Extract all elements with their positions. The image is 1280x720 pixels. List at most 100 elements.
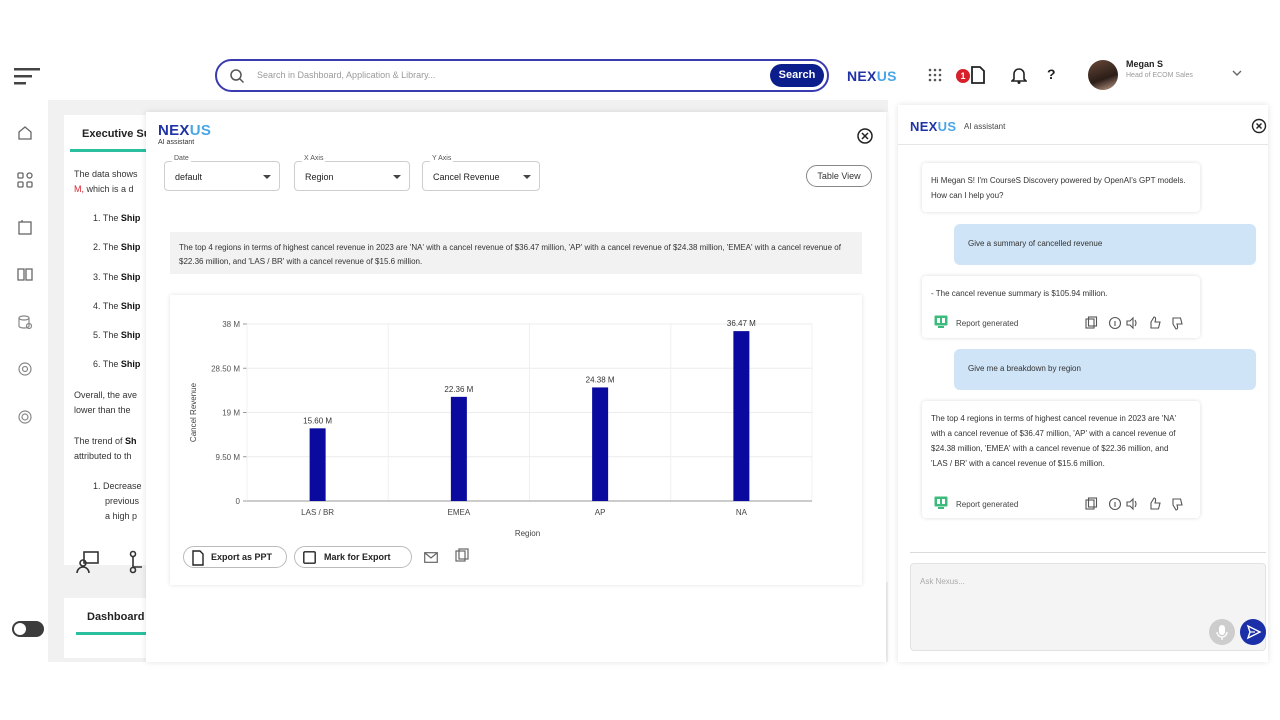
x-axis-select[interactable]: Region [294,161,410,191]
x-axis-label: X Axis [302,155,326,162]
x-axis-title: Region [515,529,540,538]
tab-executive-summary[interactable]: Executive Su [82,128,150,140]
exec-text-line: previous [105,496,140,506]
y-tick-label: 0 [236,497,241,506]
checkbox-icon[interactable] [303,551,316,564]
help-icon[interactable]: ? [1047,66,1056,82]
mail-icon[interactable] [424,552,438,563]
target-icon[interactable] [17,361,33,377]
bot-message-text: - The cancel revenue summary is $105.94 … [931,289,1108,298]
send-button[interactable] [1240,619,1266,645]
x-tick-label: LAS / BR [301,508,334,517]
exec-text: which is a d [84,184,134,194]
bot-message-greeting: Hi Megan S! I'm CourseS Discovery powere… [922,163,1200,212]
exec-list-item: 2. The Ship [93,242,140,252]
y-axis-title: Cancel Revenue [189,382,198,442]
chevron-down-icon[interactable] [1232,70,1242,77]
assistant-subtitle: AI assistant [964,122,1006,131]
bar [733,331,750,501]
home-icon[interactable] [17,125,33,141]
list-item-prefix: 1. The [93,213,121,223]
search-bar: Search in Dashboard, Application & Libra… [215,59,829,92]
tab-dashboard[interactable]: Dashboard [87,611,144,623]
chart-summary: The top 4 regions in terms of highest ca… [170,232,862,274]
mark-for-export-button[interactable]: Mark for Export [294,546,412,568]
dashboard-icon[interactable] [17,172,33,188]
exec-text-line: M, which is a d [74,184,134,194]
tab-underline [70,149,154,152]
send-icon [1246,624,1262,640]
divider [898,144,1268,145]
bar-value-label: 22.36 M [444,385,473,394]
application-icon[interactable] [17,219,33,235]
chevron-down-icon [263,175,271,179]
bar [592,387,609,501]
exec-list-item: 3. The Ship [93,272,140,282]
search-button[interactable]: Search [770,64,824,87]
notification-badge: 1 [956,69,970,83]
database-icon[interactable] [17,314,33,330]
modal-subtitle: AI assistant [158,139,195,146]
list-item-bold: Ship [120,272,141,282]
brand-prefix: NEX [158,122,190,139]
bar-value-label: 36.47 M [727,319,756,328]
y-tick-label: 28.50 M [211,364,240,373]
y-tick-label: 38 M [222,320,240,329]
message-actions [1085,497,1189,511]
settings-icon[interactable] [17,409,33,425]
list-item-prefix: 2. The [93,242,121,252]
bar [450,396,467,501]
list-item-bold: Ship [120,330,141,340]
info-icon [1108,316,1122,330]
exec-highlight: M, [74,184,84,194]
brand-suffix: US [876,68,897,84]
bot-message-text: The top 4 regions in terms of highest ca… [931,414,1176,468]
y-tick-label: 19 M [222,409,240,418]
exec-list-item: 6. The Ship [93,359,140,369]
table-view-button[interactable]: Table View [806,165,872,187]
search-icon [229,68,245,84]
search-input[interactable]: Search in Dashboard, Application & Libra… [257,70,435,80]
exec-text-line: The trend of Sh [74,436,137,446]
bar-value-label: 15.60 M [303,416,332,425]
menu-icon[interactable] [14,66,42,86]
report-icon [934,315,948,329]
date-label: Date [172,155,191,162]
exec-text-line: The data shows [74,169,138,179]
bar-value-label: 24.38 M [586,375,615,384]
close-icon[interactable] [856,127,874,145]
avatar[interactable] [1088,60,1118,90]
speaker-icon [1126,497,1137,511]
close-icon[interactable] [1251,118,1267,134]
microphone-button[interactable] [1209,619,1235,645]
document-export-icon[interactable] [970,66,986,84]
info-icon [1108,497,1122,511]
copy-icon [1085,497,1098,510]
bell-icon[interactable] [1011,66,1027,84]
copy-icon[interactable] [455,548,469,562]
nexus-logo[interactable]: NEXUS [847,68,897,84]
message-actions [1085,316,1189,330]
copy-icon [1085,316,1098,329]
thumbs-up-icon [1150,497,1161,510]
theme-toggle[interactable] [12,621,44,637]
date-select[interactable]: default [164,161,280,191]
exec-text-line: Overall, the ave [74,390,138,400]
flow-icon[interactable] [128,550,146,574]
user-message: Give me a breakdown by region [954,349,1256,390]
microphone-icon [1216,625,1228,640]
brand-prefix: NEX [910,119,938,134]
y-axis-select[interactable]: Cancel Revenue [422,161,540,191]
library-icon[interactable] [17,266,33,282]
export-ppt-button[interactable]: Export as PPT [183,546,287,568]
apps-grid-icon[interactable] [928,68,942,82]
exec-list-item: 4. The Ship [93,301,140,311]
exec-list-item: 1. The Ship [93,213,140,223]
list-item-bold: Ship [120,301,141,311]
presenter-icon[interactable] [76,550,100,574]
exec-text-line: attributed to th [74,451,132,461]
user-role: Head of ECOM Sales [1126,72,1193,79]
exec-list-item: 5. The Ship [93,330,140,340]
user-name: Megan S [1126,59,1164,69]
x-tick-label: EMEA [448,508,471,517]
